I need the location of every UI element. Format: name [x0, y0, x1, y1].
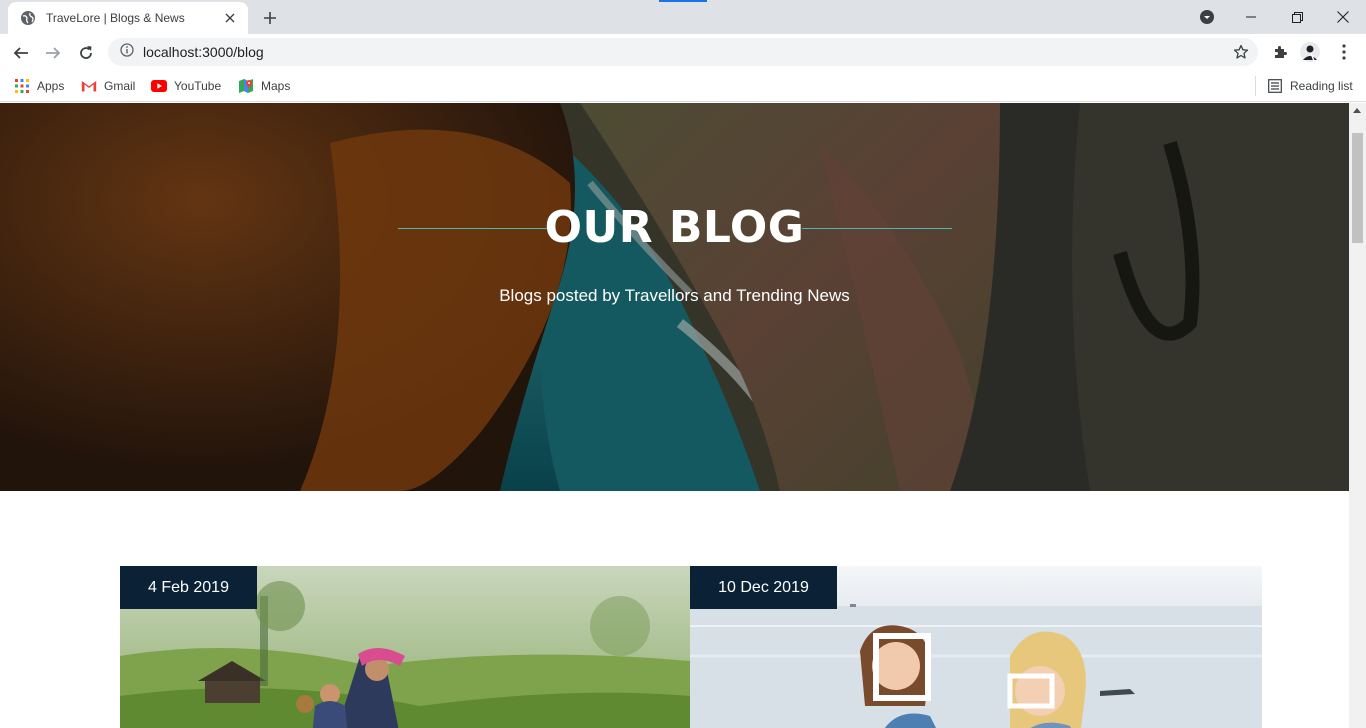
reload-button[interactable] — [73, 40, 99, 66]
post-date-badge: 10 Dec 2019 — [690, 566, 837, 609]
bookmark-label: Gmail — [104, 79, 136, 93]
reading-list-icon — [1267, 78, 1283, 94]
bookmark-maps[interactable]: Maps — [238, 76, 290, 96]
page-title: OUR BLOG — [544, 202, 805, 253]
extensions-icon[interactable] — [1268, 40, 1292, 64]
minimize-button[interactable] — [1228, 2, 1274, 32]
apps-grid-icon — [14, 78, 30, 94]
profile-avatar[interactable] — [1298, 40, 1322, 64]
bookmark-label: Apps — [37, 79, 65, 93]
blog-card[interactable]: 10 Dec 2019 — [690, 566, 1262, 728]
bookmark-label: YouTube — [174, 79, 222, 93]
bookmark-gmail[interactable]: Gmail — [81, 76, 135, 96]
post-date-badge: 4 Feb 2019 — [120, 566, 257, 609]
bookmarks-bar: Apps Gmail YouTube Maps Reading list — [0, 70, 1366, 102]
scroll-up-arrow-icon[interactable] — [1353, 108, 1361, 113]
restore-button[interactable] — [1274, 2, 1320, 32]
hero-banner: OUR BLOG Blogs posted by Travellors and … — [0, 103, 1349, 491]
page-scrollbar[interactable] — [1349, 103, 1366, 728]
page-viewport: OUR BLOG Blogs posted by Travellors and … — [0, 103, 1349, 728]
blog-card[interactable]: 4 Feb 2019 — [120, 566, 690, 728]
gmail-icon — [81, 78, 97, 94]
hero-subtitle: Blogs posted by Travellors and Trending … — [499, 286, 850, 305]
browser-toolbar: localhost:3000/blog — [0, 34, 1366, 70]
reading-list-button[interactable]: Reading list — [1267, 76, 1353, 96]
globe-icon — [20, 10, 36, 26]
address-bar[interactable]: localhost:3000/blog — [108, 38, 1258, 66]
tab-search-icon[interactable] — [1198, 8, 1216, 26]
bookmark-star-icon[interactable] — [1232, 43, 1250, 61]
close-window-button[interactable] — [1320, 2, 1366, 32]
new-tab-button[interactable] — [258, 6, 282, 30]
maps-icon — [238, 78, 254, 94]
url-text[interactable]: localhost:3000/blog — [143, 44, 264, 60]
youtube-icon — [151, 78, 167, 94]
bookmarks-divider — [1255, 76, 1256, 96]
bookmark-label: Maps — [261, 79, 291, 93]
tab-strip: TraveLore | Blogs & News — [0, 0, 1366, 34]
forward-button[interactable] — [40, 40, 66, 66]
blog-post-grid: 4 Feb 2019 10 Dec 2019 — [120, 566, 1262, 728]
back-button[interactable] — [8, 40, 34, 66]
menu-kebab-icon[interactable] — [1332, 40, 1356, 64]
tab-strip-indicator — [659, 0, 707, 2]
info-icon[interactable] — [120, 42, 134, 62]
bookmark-apps[interactable]: Apps — [14, 76, 64, 96]
close-tab-icon[interactable] — [222, 10, 238, 26]
title-divider-right — [802, 228, 952, 229]
browser-tab[interactable]: TraveLore | Blogs & News — [8, 2, 248, 34]
tab-title: TraveLore | Blogs & News — [46, 11, 185, 25]
bookmark-youtube[interactable]: YouTube — [151, 76, 221, 96]
scrollbar-thumb[interactable] — [1352, 133, 1363, 243]
reading-list-label: Reading list — [1290, 79, 1353, 93]
